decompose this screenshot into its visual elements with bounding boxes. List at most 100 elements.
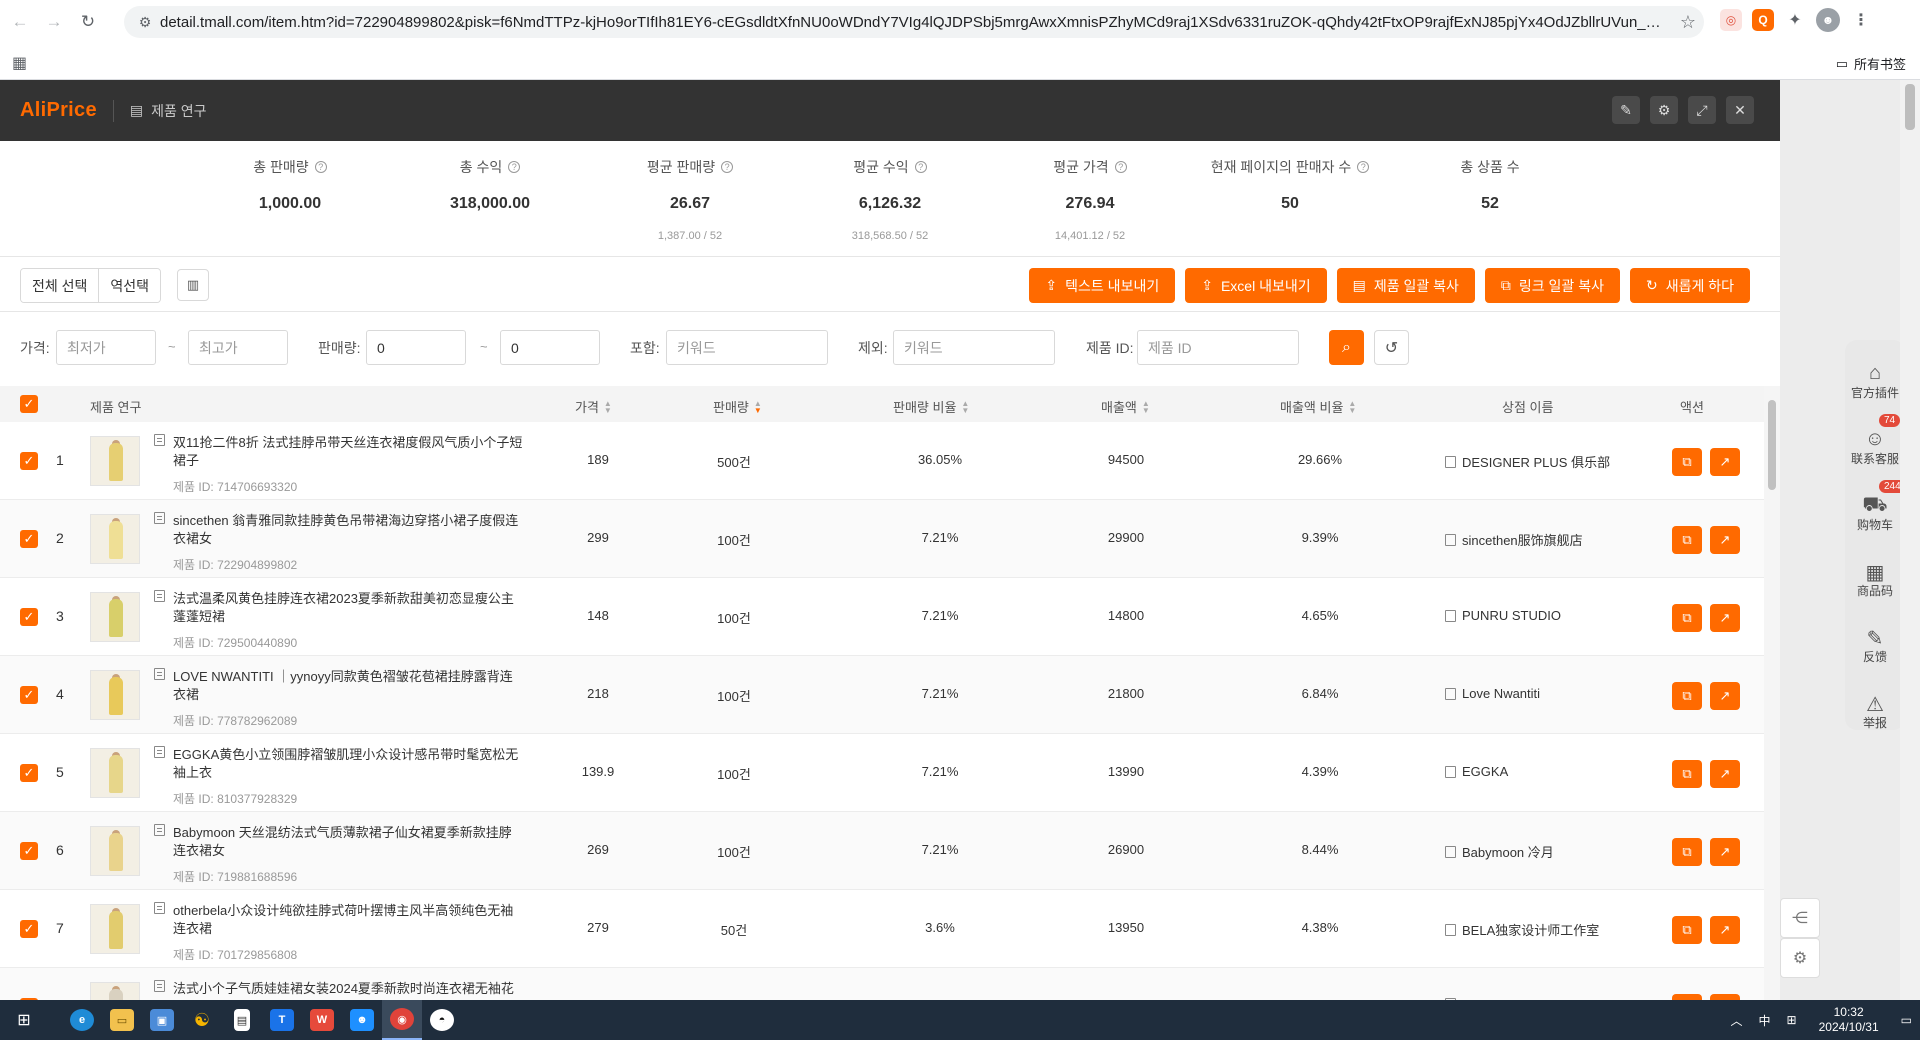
price-min-input[interactable]: 최저가 bbox=[56, 330, 156, 365]
help-icon[interactable]: ? bbox=[1357, 161, 1370, 173]
table-row[interactable]: ✓ 4 LOVE NWANTITI ｜yynoyy同款黄色褶皱花苞裙挂脖露背连衣裙 제… bbox=[0, 656, 1764, 734]
forward-icon[interactable]: → bbox=[40, 8, 68, 36]
file-explorer-icon[interactable]: ▭ bbox=[102, 1000, 142, 1040]
open-external-icon[interactable]: ↗ bbox=[1710, 604, 1740, 632]
panda-app-icon[interactable]: ☻ bbox=[342, 1000, 382, 1040]
open-external-icon[interactable]: ↗ bbox=[1710, 838, 1740, 866]
chrome-icon[interactable]: ◉ bbox=[382, 1000, 422, 1040]
side-tool-item[interactable]: ⛟ 购物车 244 bbox=[1845, 480, 1906, 533]
notification-icon[interactable]: ▭ bbox=[1893, 1013, 1920, 1027]
open-external-icon[interactable]: ↗ bbox=[1710, 682, 1740, 710]
help-icon[interactable]: ? bbox=[914, 161, 927, 173]
copy-link-icon[interactable]: ⧉ bbox=[1672, 838, 1702, 866]
open-external-icon[interactable]: ↗ bbox=[1710, 448, 1740, 476]
sales-max-input[interactable]: 0 bbox=[500, 330, 600, 365]
shop-name[interactable]: BELA独家设计师工作室 bbox=[1445, 920, 1599, 939]
wps-icon[interactable]: W bbox=[302, 1000, 342, 1040]
table-row[interactable]: ✓ 1 双11抢二件8折 法式挂脖吊带天丝连衣裙度假风气质小个子短裙子 제품 ID: … bbox=[0, 422, 1764, 500]
copy-title-icon[interactable] bbox=[154, 980, 165, 992]
pen-icon[interactable]: ✎ bbox=[1612, 96, 1640, 124]
table-row[interactable]: ✓ 7 otherbela小众设计纯欲挂脖式荷叶摆博主风半高领纯色无袖连衣裙 제품 I… bbox=[0, 890, 1764, 968]
product-thumbnail[interactable] bbox=[90, 904, 140, 954]
fullscreen-icon[interactable]: ⤢ bbox=[1688, 96, 1716, 124]
select-all-button[interactable]: 전체 선택 bbox=[21, 269, 99, 302]
side-tool-item[interactable]: ⚠ 举报 bbox=[1845, 692, 1905, 731]
row-checkbox[interactable]: ✓ bbox=[20, 764, 38, 782]
extension-icon[interactable]: ◎ bbox=[1720, 9, 1742, 31]
app-shirt-icon[interactable]: T bbox=[262, 1000, 302, 1040]
side-tool-item[interactable]: ▦ 商品码 bbox=[1845, 560, 1905, 599]
reload-icon[interactable]: ↻ bbox=[74, 8, 102, 36]
puzzle-icon[interactable]: ✦ bbox=[1784, 9, 1806, 31]
row-checkbox[interactable]: ✓ bbox=[20, 530, 38, 548]
product-thumbnail[interactable] bbox=[90, 748, 140, 798]
table-row[interactable]: ✓ 2 sincethen 翁青雅同款挂脖黄色吊带裙海边穿搭小裙子度假连衣裙女 제품 … bbox=[0, 500, 1764, 578]
edge-icon[interactable]: e bbox=[62, 1000, 102, 1040]
input-mode-icon[interactable]: ⊞ bbox=[1779, 1013, 1805, 1027]
table-row[interactable]: ✓8法式小个子气质娃娃裙女装2024夏季新款时尚连衣裙无袖花⧉↗ bbox=[0, 968, 1764, 1000]
settings-gear-icon[interactable]: ⚙ bbox=[1780, 938, 1820, 978]
product-name[interactable]: 法式小个子气质娃娃裙女装2024夏季新款时尚连衣裙无袖花 bbox=[173, 980, 523, 998]
shop-name[interactable]: Babymoon 冷月 bbox=[1445, 842, 1554, 861]
header-revenue-ratio[interactable]: 매출액 비율 ▲ ▼ bbox=[1280, 397, 1356, 416]
table-scrollbar-thumb[interactable] bbox=[1768, 400, 1776, 490]
back-icon[interactable]: ← bbox=[6, 8, 34, 36]
shop-name[interactable]: PUNRU STUDIO bbox=[1445, 608, 1561, 623]
help-icon[interactable]: ? bbox=[314, 161, 327, 173]
copy-title-icon[interactable] bbox=[154, 746, 165, 758]
header-sales[interactable]: 판매량 ▲ ▼ bbox=[713, 397, 762, 416]
app-spring-icon[interactable]: ☯ bbox=[182, 1000, 222, 1040]
copy-title-icon[interactable] bbox=[154, 902, 165, 914]
document-app-icon[interactable]: ▤ bbox=[222, 1000, 262, 1040]
product-name[interactable]: EGGKA黄色小立领围脖褶皱肌理小众设计感吊带时髦宽松无袖上衣 bbox=[173, 746, 523, 782]
profile-avatar[interactable]: ☻ bbox=[1816, 8, 1840, 32]
copy-title-icon[interactable] bbox=[154, 824, 165, 836]
price-max-input[interactable]: 최고가 bbox=[188, 330, 288, 365]
copy-link-icon[interactable]: ⧉ bbox=[1672, 682, 1702, 710]
open-external-icon[interactable]: ↗ bbox=[1710, 916, 1740, 944]
shop-name[interactable]: DESIGNER PLUS 俱乐部 bbox=[1445, 452, 1610, 471]
shop-name[interactable]: sincethen服饰旗舰店 bbox=[1445, 530, 1583, 549]
shop-name[interactable]: EGGKA bbox=[1445, 764, 1508, 779]
address-bar[interactable]: ⚙ detail.tmall.com/item.htm?id=722904899… bbox=[124, 6, 1704, 38]
copy-link-icon[interactable]: ⧉ bbox=[1672, 604, 1702, 632]
product-name[interactable]: 法式温柔风黄色挂脖连衣裙2023夏季新款甜美初恋显瘦公主蓬蓬短裙 bbox=[173, 590, 523, 626]
copy-link-icon[interactable]: ⧉ bbox=[1672, 526, 1702, 554]
page-scrollbar-thumb[interactable] bbox=[1905, 84, 1915, 130]
row-checkbox[interactable]: ✓ bbox=[20, 686, 38, 704]
tray-expand-icon[interactable]: ︿ bbox=[1723, 1012, 1751, 1029]
header-sales-ratio[interactable]: 판매량 비율 ▲ ▼ bbox=[893, 397, 969, 416]
bookmark-star-icon[interactable]: ☆ bbox=[1672, 12, 1704, 33]
product-thumbnail[interactable] bbox=[90, 982, 140, 1000]
help-icon[interactable]: ? bbox=[508, 161, 521, 173]
page-scrollbar[interactable] bbox=[1900, 80, 1920, 1000]
copy-title-icon[interactable] bbox=[154, 434, 165, 446]
product-thumbnail[interactable] bbox=[90, 592, 140, 642]
more-menu-icon[interactable]: ⋮ bbox=[1850, 9, 1872, 31]
qq-icon[interactable]: ◓ bbox=[422, 1000, 462, 1040]
copy-link-icon[interactable]: ⧉ bbox=[1672, 760, 1702, 788]
side-tool-item[interactable]: ⌂ 官方插件 bbox=[1845, 362, 1905, 401]
table-row[interactable]: ✓ 5 EGGKA黄色小立领围脖褶皱肌理小众设计感吊带时髦宽松无袖上衣 제품 ID: … bbox=[0, 734, 1764, 812]
copy-link-icon[interactable]: ⧉ bbox=[1672, 448, 1702, 476]
product-thumbnail[interactable] bbox=[90, 670, 140, 720]
export-excel-button[interactable]: ⇪ Excel 내보내기 bbox=[1185, 268, 1327, 303]
export-text-button[interactable]: ⇪ 텍스트 내보내기 bbox=[1029, 268, 1176, 303]
aliprice-extension-icon[interactable]: Q bbox=[1752, 9, 1774, 31]
select-all-checkbox[interactable]: ✓ bbox=[20, 395, 38, 413]
table-row[interactable]: ✓ 3 法式温柔风黄色挂脖连衣裙2023夏季新款甜美初恋显瘦公主蓬蓬短裙 제품 ID:… bbox=[0, 578, 1764, 656]
header-price[interactable]: 가격 ▲ ▼ bbox=[575, 397, 612, 416]
product-name[interactable]: otherbela小众设计纯欲挂脖式荷叶摆博主风半高领纯色无袖连衣裙 bbox=[173, 902, 523, 938]
product-thumbnail[interactable] bbox=[90, 826, 140, 876]
row-checkbox[interactable]: ✓ bbox=[20, 608, 38, 626]
help-icon[interactable]: ? bbox=[721, 161, 734, 173]
row-checkbox[interactable]: ✓ bbox=[20, 842, 38, 860]
product-name[interactable]: Babymoon 天丝混纺法式气质薄款裙子仙女裙夏季新款挂脖连衣裙女 bbox=[173, 824, 523, 860]
invert-selection-button[interactable]: 역선택 bbox=[98, 269, 161, 302]
product-name[interactable]: 双11抢二件8折 法式挂脖吊带天丝连衣裙度假风气质小个子短裙子 bbox=[173, 434, 523, 470]
search-icon[interactable]: ⌕ bbox=[1329, 330, 1364, 365]
clock[interactable]: 10:32 2024/10/31 bbox=[1805, 1005, 1893, 1035]
side-tool-item[interactable]: ☺ 联系客服 74 bbox=[1845, 414, 1905, 467]
header-revenue[interactable]: 매출액 ▲ ▼ bbox=[1101, 397, 1150, 416]
open-external-icon[interactable]: ↗ bbox=[1710, 760, 1740, 788]
